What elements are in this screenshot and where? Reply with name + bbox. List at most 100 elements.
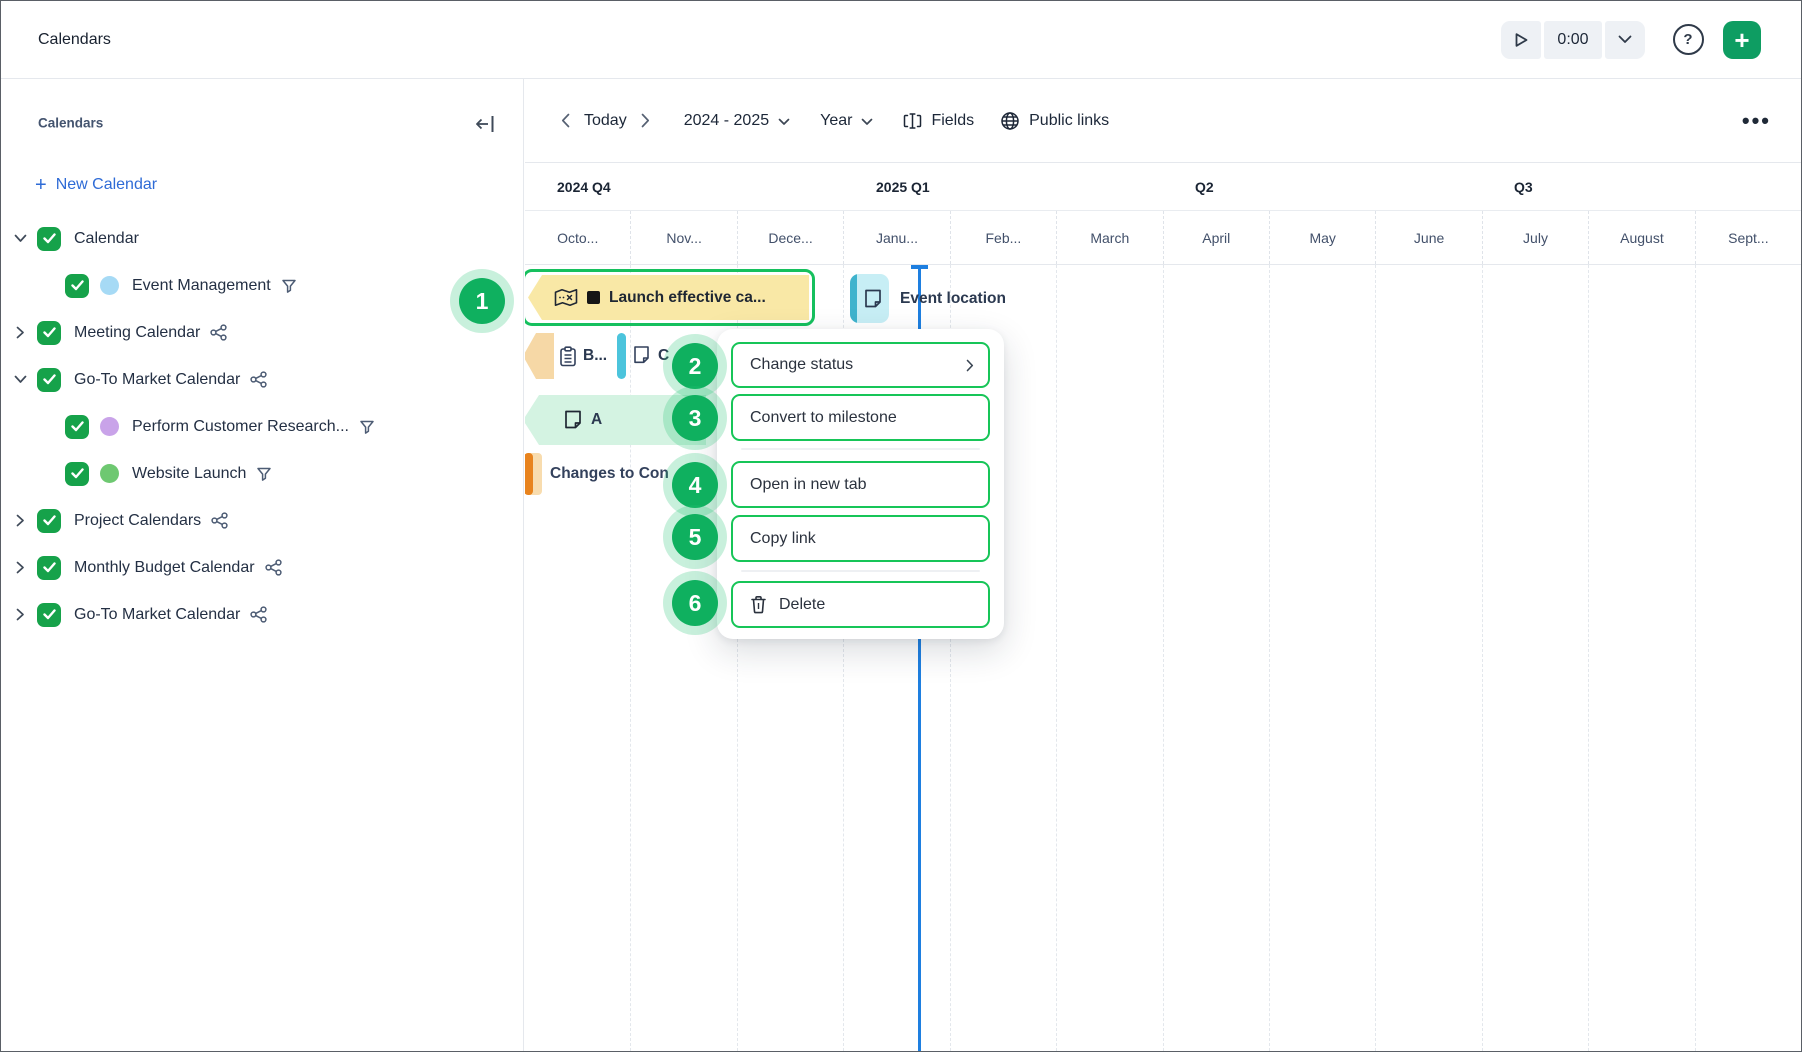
menu-item-change-status[interactable]: Change status — [731, 342, 990, 388]
sidebar-item-calendar[interactable]: Calendar — [1, 215, 523, 262]
month-gridline — [1163, 265, 1269, 1051]
month-header[interactable]: Feb... — [950, 211, 1056, 264]
new-calendar-button[interactable]: + New Calendar — [35, 175, 157, 195]
menu-item-open-in-new-tab[interactable]: Open in new tab — [731, 461, 990, 508]
event-location-chip[interactable] — [850, 274, 889, 323]
sidebar-item-website-launch[interactable]: Website Launch — [1, 450, 523, 497]
sidebar-item-go-to-market-calendar[interactable]: Go-To Market Calendar — [1, 356, 523, 403]
month-header[interactable]: June — [1375, 211, 1481, 264]
menu-divider — [741, 570, 980, 572]
checkbox[interactable] — [37, 509, 61, 533]
share-icon[interactable] — [210, 324, 228, 341]
share-icon[interactable] — [250, 606, 268, 623]
sidebar-item-meeting-calendar[interactable]: Meeting Calendar — [1, 309, 523, 356]
chevron-right-icon[interactable] — [9, 563, 31, 572]
event-b-label-wrap[interactable]: B... — [583, 333, 607, 379]
step-badge-number: 5 — [672, 514, 718, 560]
event-bar[interactable]: Launch effective ca... — [528, 275, 809, 320]
month-header[interactable]: Sept... — [1695, 211, 1801, 264]
public-links-label: Public links — [1029, 112, 1109, 130]
share-icon[interactable] — [250, 371, 268, 388]
map-icon — [554, 288, 578, 307]
timer-value[interactable]: 0:00 — [1544, 21, 1602, 59]
event-changes-label-wrap[interactable]: Changes to Con — [550, 453, 669, 495]
add-button[interactable]: + — [1723, 21, 1761, 59]
calendar-app-window: Calendars 0:00 ? + Calendars + New — [0, 0, 1802, 1052]
menu-item-label: Delete — [779, 596, 974, 614]
timer-play-button[interactable] — [1501, 21, 1541, 59]
month-header[interactable]: April — [1163, 211, 1269, 264]
month-header[interactable]: May — [1269, 211, 1375, 264]
checkbox[interactable] — [37, 556, 61, 580]
month-header[interactable]: March — [1056, 211, 1162, 264]
public-links-button[interactable]: Public links — [1000, 111, 1109, 131]
event-color-bar — [525, 453, 533, 495]
event-c-color-bar[interactable] — [617, 333, 626, 379]
sidebar-header: Calendars — [38, 116, 103, 131]
time-tracker: 0:00 — [1501, 21, 1645, 59]
today-button[interactable]: Today — [584, 112, 627, 130]
filter-icon[interactable] — [359, 419, 375, 435]
collapse-sidebar-button[interactable] — [471, 109, 501, 139]
checkbox[interactable] — [37, 227, 61, 251]
fields-icon — [903, 112, 922, 130]
month-header[interactable]: July — [1482, 211, 1588, 264]
sidebar-item-go-to-market-calendar-2[interactable]: Go-To Market Calendar — [1, 591, 523, 638]
sidebar-item-perform-customer-research[interactable]: Perform Customer Research... — [1, 403, 523, 450]
sidebar-item-project-calendars[interactable]: Project Calendars — [1, 497, 523, 544]
chevron-right-icon[interactable] — [9, 328, 31, 337]
note-icon — [632, 345, 651, 365]
menu-item-delete[interactable]: Delete — [731, 581, 990, 628]
timer-dropdown-button[interactable] — [1605, 21, 1645, 59]
menu-item-copy-link[interactable]: Copy link — [731, 515, 990, 562]
step-badge-6: 6 — [663, 571, 727, 635]
step-badge-1: 1 — [450, 269, 514, 333]
event-changes-marker[interactable] — [525, 453, 542, 495]
event-label: Launch effective ca... — [609, 289, 766, 307]
sidebar-item-label: Event Management — [132, 277, 271, 295]
menu-item-convert-to-milestone[interactable]: Convert to milestone — [731, 394, 990, 441]
date-navigation: Today — [561, 112, 650, 130]
date-range-dropdown[interactable]: 2024 - 2025 — [684, 112, 790, 130]
color-dot — [100, 276, 119, 295]
sidebar-item-event-management[interactable]: Event Management — [1, 262, 523, 309]
page-title: Calendars — [38, 31, 111, 49]
selected-event-launch-campaign[interactable]: Launch effective ca... — [525, 269, 815, 326]
next-period-button[interactable] — [641, 113, 650, 128]
chevron-right-icon[interactable] — [9, 610, 31, 619]
menu-item-label: Open in new tab — [750, 476, 974, 494]
checkbox[interactable] — [37, 603, 61, 627]
event-color-bar — [850, 274, 857, 323]
step-badge-number: 3 — [672, 395, 718, 441]
checkbox[interactable] — [65, 462, 89, 486]
chevron-down-icon[interactable] — [9, 234, 31, 243]
help-button[interactable]: ? — [1671, 23, 1705, 57]
menu-item-label: Change status — [750, 356, 954, 374]
fields-button[interactable]: Fields — [903, 112, 974, 130]
event-a-label-wrap[interactable]: A — [591, 395, 602, 445]
month-gridline — [1269, 265, 1375, 1051]
chevron-right-icon[interactable] — [9, 516, 31, 525]
globe-icon — [1000, 111, 1020, 131]
month-header[interactable]: Nov... — [630, 211, 736, 264]
month-header[interactable]: Octo... — [525, 211, 630, 264]
collapse-left-icon — [475, 115, 497, 133]
checkbox[interactable] — [37, 321, 61, 345]
share-icon[interactable] — [265, 559, 283, 576]
event-location-label-wrap[interactable]: Event location — [900, 274, 1006, 323]
filter-icon[interactable] — [256, 466, 272, 482]
month-header[interactable]: Dece... — [737, 211, 843, 264]
month-header[interactable]: Janu... — [843, 211, 949, 264]
filter-icon[interactable] — [281, 278, 297, 294]
sidebar-item-monthly-budget-calendar[interactable]: Monthly Budget Calendar — [1, 544, 523, 591]
checkbox[interactable] — [37, 368, 61, 392]
chevron-down-icon[interactable] — [9, 375, 31, 384]
checkbox[interactable] — [65, 415, 89, 439]
previous-period-button[interactable] — [561, 113, 570, 128]
month-header[interactable]: August — [1588, 211, 1694, 264]
share-icon[interactable] — [211, 512, 229, 529]
scale-dropdown[interactable]: Year — [820, 112, 873, 130]
checkbox[interactable] — [65, 274, 89, 298]
step-badge-5: 5 — [663, 505, 727, 569]
event-context-menu: Change status Convert to milestone Open … — [717, 329, 1004, 639]
